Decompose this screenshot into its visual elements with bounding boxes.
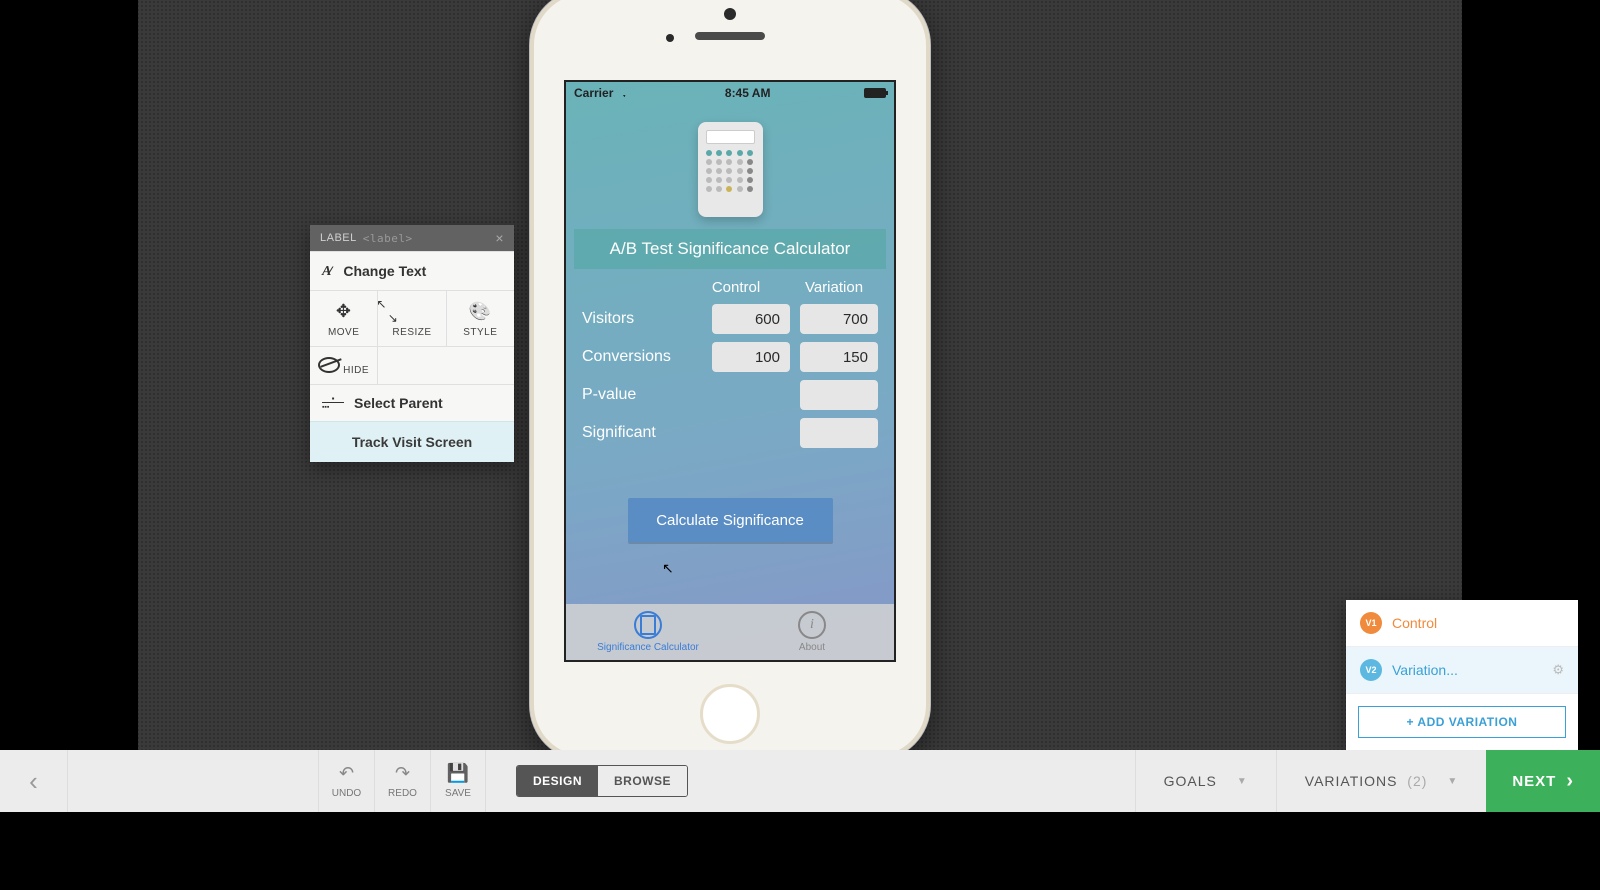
input-form: Control Variation Visitors 600 700 Conve… [566,269,894,448]
change-text-action[interactable]: Change Text [310,251,514,290]
gear-icon[interactable]: ⚙ [1552,662,1564,678]
panel-title: LABEL [320,232,357,244]
add-variation-button[interactable]: + ADD VARIATION [1358,706,1566,738]
conversions-control-input[interactable]: 100 [712,342,790,372]
calculator-tab-icon [634,611,662,639]
chevron-down-icon: ▼ [1447,776,1458,787]
variations-popup: V1 Control V2 Variation... ⚙ + ADD VARIA… [1346,600,1578,750]
element-context-panel: LABEL <label> × Change Text MOVE RESIZE … [310,225,514,462]
chevron-right-icon: › [1566,770,1574,793]
calculate-button[interactable]: Calculate Significance [628,498,833,542]
chevron-down-icon: ▼ [1237,776,1248,787]
text-icon [322,262,333,280]
track-visit-action[interactable]: Track Visit Screen [310,421,514,462]
chevron-left-icon: ‹ [29,766,38,797]
status-bar: Carrier 8:45 AM [566,82,894,104]
tab-significance-calculator[interactable]: Significance Calculator [566,604,730,660]
row-visitors-label: Visitors [582,310,702,328]
app-title[interactable]: A/B Test Significance Calculator [574,229,886,269]
info-icon: i [798,611,826,639]
row-conversions-label: Conversions [582,348,702,366]
calculator-icon [698,122,763,217]
bottom-toolbar: ‹ ↶ UNDO ↷ REDO 💾 SAVE DESIGN BROWSE GOA… [0,750,1600,812]
variation-badge-v2: V2 [1360,659,1382,681]
save-icon: 💾 [447,763,469,784]
move-tool[interactable]: MOVE [310,291,378,346]
status-right [864,88,886,98]
save-button[interactable]: 💾 SAVE [430,750,486,812]
design-tab[interactable]: DESIGN [517,766,598,796]
device-frame: Carrier 8:45 AM A/B Test Significance Ca… [530,0,930,760]
close-icon[interactable]: × [495,231,504,245]
panel-element-tag: <label> [363,232,413,245]
pvalue-output [800,380,878,410]
battery-icon [864,88,886,98]
variation-control[interactable]: V1 Control [1346,600,1578,647]
panel-header[interactable]: LABEL <label> × [310,225,514,251]
resize-icon [378,301,396,321]
col-variation-header: Variation [790,279,878,296]
home-button[interactable] [700,684,760,744]
hide-tool[interactable]: HIDE [310,347,378,384]
back-button[interactable]: ‹ [0,750,68,812]
row-pvalue-label: P-value [582,386,790,404]
hierarchy-icon [322,396,344,411]
wifi-icon [613,86,631,100]
editor-stage: Carrier 8:45 AM A/B Test Significance Ca… [0,0,1600,890]
variation-badge-v1: V1 [1360,612,1382,634]
device-speaker [695,32,765,40]
device-camera [724,8,736,20]
redo-icon: ↷ [395,763,410,784]
palette-icon [447,301,514,321]
tab-about[interactable]: i About [730,604,894,660]
redo-button[interactable]: ↷ REDO [374,750,430,812]
move-icon [310,301,377,321]
video-bottom-bar [0,812,1600,890]
select-parent-action[interactable]: Select Parent [310,384,514,421]
undo-button[interactable]: ↶ UNDO [318,750,374,812]
variation-v2[interactable]: V2 Variation... ⚙ [1346,647,1578,694]
variation-v2-label: Variation... [1392,662,1458,678]
variations-dropdown[interactable]: VARIATIONS (2) ▼ [1276,750,1487,812]
cursor-icon: ↖ [662,560,674,577]
carrier-label: Carrier [574,86,631,100]
hide-icon [318,365,340,376]
device-screen[interactable]: Carrier 8:45 AM A/B Test Significance Ca… [564,80,896,662]
goals-dropdown[interactable]: GOALS ▼ [1135,750,1276,812]
browse-tab[interactable]: BROWSE [598,766,687,796]
col-control-header: Control [692,279,780,296]
style-tool[interactable]: STYLE [447,291,514,346]
tab-bar: Significance Calculator i About [566,604,894,660]
undo-icon: ↶ [339,763,354,784]
variation-control-label: Control [1392,615,1437,631]
mode-segment: DESIGN BROWSE [516,765,688,797]
device-sensor [666,34,674,42]
time-label: 8:45 AM [725,86,771,100]
significant-output [800,418,878,448]
visitors-variation-input[interactable]: 700 [800,304,878,334]
resize-tool[interactable]: RESIZE [378,291,446,346]
conversions-variation-input[interactable]: 150 [800,342,878,372]
next-button[interactable]: NEXT › [1486,750,1600,812]
row-significant-label: Significant [582,424,790,442]
visitors-control-input[interactable]: 600 [712,304,790,334]
